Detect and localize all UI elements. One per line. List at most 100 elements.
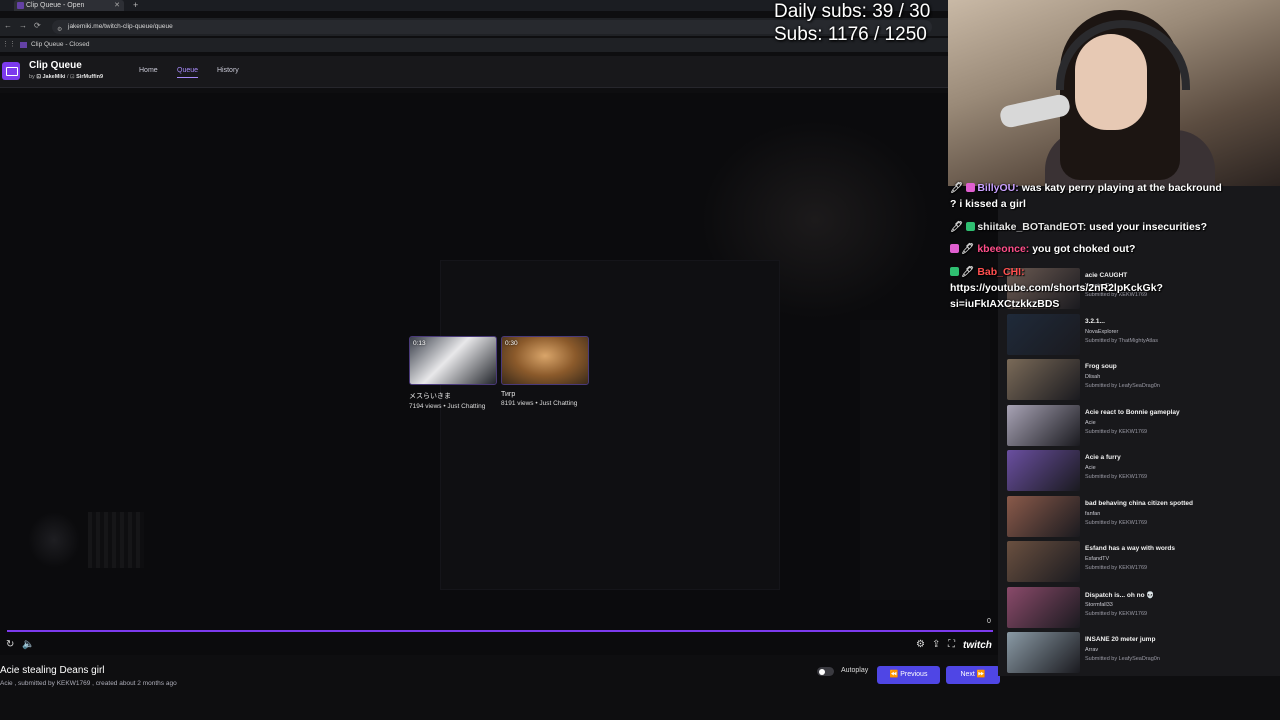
author-link[interactable]: JakeMiki [42, 74, 65, 80]
queue-item[interactable]: Dispatch is... oh no 💀 Stormfall33 Submitt… [1007, 587, 1267, 629]
close-tab-icon[interactable]: ✕ [114, 0, 120, 11]
browser-tab[interactable]: Clip Queue - Open ✕ [14, 0, 124, 11]
queue-item-submitter: Submitted by KEKW1769 [1085, 565, 1148, 571]
by-label: by [29, 74, 35, 80]
player-background-video [440, 260, 780, 590]
chat-text: used your insecurities? [1089, 221, 1208, 233]
chat-text: https://youtube.com/shorts/2nR2lpKckGk?s… [950, 282, 1163, 310]
queue-item-channel: Acie [1085, 465, 1096, 471]
queue-item-title: Frog soup [1085, 363, 1117, 370]
subscriber-badge-icon [950, 267, 959, 276]
related-clip-card[interactable]: 0:13 メスらいきま 7194 views • Just Chatting [409, 336, 497, 410]
clip-queue-logo-icon[interactable] [2, 62, 20, 80]
queue-item[interactable]: Esfand has a way with words EsfandTV Submi… [1007, 541, 1267, 583]
clip-duration: 0:13 [413, 340, 426, 347]
previous-button[interactable]: ⏪ Previous [877, 666, 940, 684]
chat-message: 🖊 BillyOU: was katy perry playing at the … [950, 180, 1230, 212]
chat-message: 🖊 kbeeonce: you got choked out? [950, 241, 1230, 257]
queue-item-thumbnail[interactable] [1007, 359, 1080, 400]
bookmark-clip-queue[interactable]: Clip Queue - Closed [20, 38, 90, 52]
pencil-badge-icon: 🖊 [961, 266, 975, 278]
clip-duration: 0:30 [505, 340, 518, 347]
queue-item[interactable]: Acie react to Bonnie gameplay Acie Submitt… [1007, 405, 1267, 447]
current-clip-meta: Acie , submitted by KEKW1769 , created a… [0, 680, 177, 687]
queue-item-thumbnail[interactable] [1007, 587, 1080, 628]
queue-item-title: Esfand has a way with words [1085, 545, 1175, 552]
player-background-video [28, 512, 80, 568]
queue-item-channel: Dlisah [1085, 374, 1101, 380]
queue-item-submitter: Submitted by ThatMightyAtlas [1085, 338, 1158, 344]
previous-label: Previous [900, 671, 928, 678]
chat-message: 🖊 Bab_CHI: https://youtube.com/shorts/2nR… [950, 264, 1230, 312]
progress-count: 0 [987, 618, 991, 625]
chat-username: kbeeonce: [977, 243, 1030, 255]
volume-icon[interactable]: 🔈 [22, 639, 34, 650]
queue-item-channel: Stormfall33 [1085, 602, 1113, 608]
total-subs-counter: Subs: 1176 / 1250 [774, 24, 927, 45]
next-icon: ⏩ [974, 671, 986, 678]
chat-username: Bab_CHI: [977, 266, 1025, 278]
subscriber-badge-icon [950, 244, 959, 253]
settings-icon[interactable]: ⚙ [916, 639, 925, 650]
queue-item-submitter: Submitted by LeafySeaDrag0n [1085, 656, 1160, 662]
twitch-favicon-icon [17, 2, 24, 9]
queue-item-thumbnail[interactable] [1007, 314, 1080, 355]
queue-item-title: bad behaving china citizen spotted [1085, 500, 1193, 507]
queue-item-title: Acie a furry [1085, 454, 1121, 461]
clip-meta: 8191 views • Just Chatting [501, 400, 578, 407]
queue-item-thumbnail[interactable] [1007, 496, 1080, 537]
apps-icon[interactable]: ⋮⋮ [2, 38, 16, 52]
queue-item-channel: NovaExplorer [1085, 329, 1119, 335]
next-button[interactable]: Next ⏩ [946, 666, 1000, 684]
queue-item-channel: Arrav [1085, 647, 1099, 653]
browser-nav-buttons[interactable]: ←→⟳ [4, 21, 48, 30]
chat-message: 🖊 shiitake_BOTandEOT: used your insecurit… [950, 219, 1230, 235]
clip-thumbnail[interactable]: 0:30 [501, 336, 589, 385]
nav-home[interactable]: Home [139, 67, 158, 74]
url-text: jakemiki.me/twitch-clip-queue/queue [68, 23, 173, 30]
queue-item[interactable]: Frog soup Dlisah Submitted by LeafySeaDrag… [1007, 359, 1267, 401]
queue-item-submitter: Submitted by KEKW1769 [1085, 429, 1148, 435]
queue-item-submitter: Submitted by KEKW1769 [1085, 611, 1148, 617]
queue-item-thumbnail[interactable] [1007, 541, 1080, 582]
author-link[interactable]: SirMuffin9 [76, 74, 103, 80]
pencil-badge-icon: 🖊 [961, 243, 975, 255]
queue-item-submitter: Submitted by KEKW1769 [1085, 520, 1148, 526]
chat-text: you got choked out? [1032, 243, 1136, 255]
queue-item[interactable]: INSANE 20 meter jump Arrav Submitted by Le… [1007, 632, 1267, 674]
subscriber-badge-icon [966, 183, 976, 192]
nav-history[interactable]: History [217, 67, 239, 74]
queue-item-title: Acie react to Bonnie gameplay [1085, 409, 1180, 416]
autoplay-label: Autoplay [841, 667, 869, 674]
queue-item-thumbnail[interactable] [1007, 450, 1080, 491]
twitch-logo[interactable]: twitch [963, 640, 992, 651]
current-clip-title: Acie stealing Deans girl [0, 665, 105, 676]
browser-tab-title: Clip Queue - Open [26, 2, 85, 9]
clip-title: Тигр [501, 391, 516, 398]
queue-item-thumbnail[interactable] [1007, 405, 1080, 446]
queue-item-title: Dispatch is... oh no 💀 [1085, 592, 1155, 599]
site-info-icon[interactable]: ⚙ [57, 23, 62, 37]
queue-item-channel: EsfandTV [1085, 556, 1110, 562]
twitch-favicon-icon [20, 42, 27, 48]
new-tab-button[interactable]: + [133, 0, 138, 11]
replay-icon[interactable]: ↻ [6, 639, 14, 650]
previous-icon: ⏪ [889, 671, 901, 678]
pencil-badge-icon: 🖊 [950, 221, 964, 233]
queue-item[interactable]: bad behaving china citizen spotted fanfan… [1007, 496, 1267, 538]
clip-thumbnail[interactable]: 0:13 [409, 336, 497, 385]
clip-meta: 7194 views • Just Chatting [409, 403, 486, 410]
queue-item-channel: fanfan [1085, 511, 1101, 517]
queue-item-title: INSANE 20 meter jump [1085, 636, 1156, 643]
queue-item[interactable]: 3.2.1... NovaExplorer Submitted by ThatMig… [1007, 314, 1267, 356]
related-clip-card[interactable]: 0:30 Тигр 8191 views • Just Chatting [501, 336, 589, 407]
queue-item-title: 3.2.1... [1085, 318, 1105, 325]
fullscreen-icon[interactable]: ⛶ [948, 639, 955, 650]
app-authors: by ⊡ JakeMiki / ⊡ SirMuffin9 [29, 74, 104, 80]
autoplay-toggle[interactable] [817, 667, 834, 676]
progress-fill [7, 630, 993, 632]
share-icon[interactable]: ⇪ [932, 639, 940, 650]
queue-item-thumbnail[interactable] [1007, 632, 1080, 673]
nav-queue[interactable]: Queue [177, 67, 199, 78]
queue-item[interactable]: Acie a furry Acie Submitted by KEKW1769 [1007, 450, 1267, 492]
